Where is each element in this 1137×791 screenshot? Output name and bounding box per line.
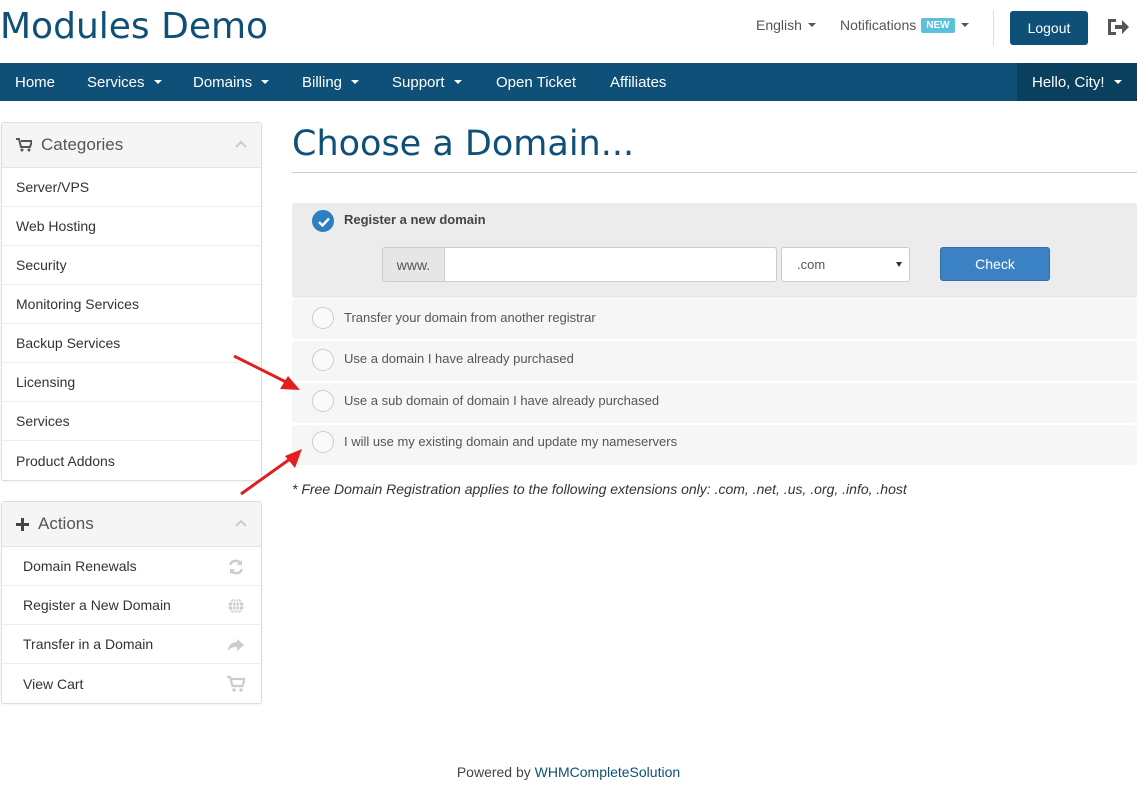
nav-support[interactable]: Support xyxy=(392,63,462,101)
chevron-down-icon xyxy=(261,80,270,84)
action-label: Domain Renewals xyxy=(23,558,137,574)
chevron-down-icon xyxy=(960,23,969,27)
www-prefix: www. xyxy=(382,247,444,282)
header-divider xyxy=(993,10,994,46)
category-label: Security xyxy=(16,257,67,273)
actions-title: Actions xyxy=(38,514,94,533)
page-title: Choose a Domain... xyxy=(292,124,635,164)
chevron-down-icon xyxy=(807,23,816,27)
check-button[interactable]: Check xyxy=(940,247,1050,281)
category-services[interactable]: Services xyxy=(2,402,261,441)
nav-services[interactable]: Services xyxy=(87,63,162,101)
categories-panel: Categories Server/VPS Web Hosting Securi… xyxy=(1,122,262,481)
category-server-vps[interactable]: Server/VPS xyxy=(2,168,261,207)
language-dropdown[interactable]: English xyxy=(756,17,816,33)
powered-by-text: Powered by xyxy=(456,764,531,780)
category-web-hosting[interactable]: Web Hosting xyxy=(2,207,261,246)
radio-unchecked[interactable] xyxy=(312,349,334,371)
footer: Powered by WHMCompleteSolution xyxy=(0,764,1137,780)
notifications-dropdown[interactable]: Notifications NEW xyxy=(840,17,969,33)
nav-affiliates[interactable]: Affiliates xyxy=(610,63,666,101)
nav-label: Home xyxy=(15,73,56,91)
option-label: Register a new domain xyxy=(344,212,486,227)
category-backup-services[interactable]: Backup Services xyxy=(2,324,261,363)
actions-panel: Actions Domain Renewals Register a New D… xyxy=(1,501,262,704)
chevron-up-icon[interactable] xyxy=(235,519,247,527)
domain-name-input[interactable] xyxy=(444,247,777,282)
option-subdomain[interactable]: Use a sub domain of domain I have alread… xyxy=(292,383,1137,423)
action-register-new-domain[interactable]: Register a New Domain xyxy=(2,586,261,625)
chevron-up-icon[interactable] xyxy=(235,140,247,148)
category-label: Web Hosting xyxy=(16,218,96,234)
radio-unchecked[interactable] xyxy=(312,390,334,412)
nav-domains[interactable]: Domains xyxy=(193,63,270,101)
category-security[interactable]: Security xyxy=(2,246,261,285)
category-monitoring-services[interactable]: Monitoring Services xyxy=(2,285,261,324)
nav-billing[interactable]: Billing xyxy=(302,63,360,101)
title-divider xyxy=(292,172,1137,173)
footer-link[interactable]: WHMCompleteSolution xyxy=(535,764,681,780)
action-label: Transfer in a Domain xyxy=(23,636,154,652)
dropdown-arrow-icon xyxy=(896,262,902,267)
category-label: Backup Services xyxy=(16,335,121,351)
user-greeting: Hello, City! xyxy=(1032,73,1105,91)
checkmark-icon xyxy=(318,217,330,228)
category-product-addons[interactable]: Product Addons xyxy=(2,441,261,480)
option-label: Use a domain I have already purchased xyxy=(344,351,574,366)
cart-icon xyxy=(227,675,245,692)
category-label: Monitoring Services xyxy=(16,296,139,312)
nav-label: Affiliates xyxy=(610,73,667,91)
category-label: Licensing xyxy=(16,374,76,390)
categories-title: Categories xyxy=(41,135,124,154)
nav-label: Services xyxy=(87,73,145,91)
nav-label: Support xyxy=(392,73,445,91)
chevron-down-icon xyxy=(351,80,360,84)
nav-label: Billing xyxy=(302,73,343,91)
tld-selected-value: .com xyxy=(797,257,826,272)
radio-checked[interactable] xyxy=(312,210,334,232)
user-menu[interactable]: Hello, City! xyxy=(1017,63,1137,101)
logout-button[interactable]: Logout xyxy=(1010,11,1088,45)
category-licensing[interactable]: Licensing xyxy=(2,363,261,402)
category-label: Product Addons xyxy=(16,452,115,469)
action-domain-renewals[interactable]: Domain Renewals xyxy=(2,547,261,586)
share-icon xyxy=(228,639,244,651)
cart-icon xyxy=(16,138,32,152)
refresh-icon xyxy=(228,559,244,575)
action-label: View Cart xyxy=(23,675,84,692)
option-label: I will use my existing domain and update… xyxy=(344,434,678,449)
option-label: Transfer your domain from another regist… xyxy=(344,310,596,325)
option-transfer-domain[interactable]: Transfer your domain from another regist… xyxy=(292,299,1137,339)
notifications-label: Notifications xyxy=(840,17,917,33)
chevron-down-icon xyxy=(453,80,462,84)
chevron-down-icon xyxy=(153,80,162,84)
language-label: English xyxy=(756,17,802,33)
new-badge: NEW xyxy=(921,17,955,33)
chevron-down-icon xyxy=(1113,80,1122,84)
free-domain-note: * Free Domain Registration applies to th… xyxy=(292,481,907,497)
plus-icon xyxy=(16,517,29,531)
nav-label: Domains xyxy=(193,73,253,91)
option-update-nameservers[interactable]: I will use my existing domain and update… xyxy=(292,425,1137,465)
nav-label: Open Ticket xyxy=(496,73,577,91)
sign-out-icon[interactable] xyxy=(1106,16,1130,38)
nav-home[interactable]: Home xyxy=(15,63,55,101)
nav-open-ticket[interactable]: Open Ticket xyxy=(496,63,576,101)
action-label: Register a New Domain xyxy=(23,597,171,613)
header: Modules Demo English Notifications NEW L… xyxy=(0,0,1137,63)
action-transfer-domain[interactable]: Transfer in a Domain xyxy=(2,625,261,664)
category-label: Server/VPS xyxy=(16,179,90,195)
radio-unchecked[interactable] xyxy=(312,307,334,329)
option-owned-domain[interactable]: Use a domain I have already purchased xyxy=(292,341,1137,381)
actions-heading[interactable]: Actions xyxy=(2,502,261,547)
categories-heading[interactable]: Categories xyxy=(2,123,261,168)
radio-unchecked[interactable] xyxy=(312,431,334,453)
option-label: Use a sub domain of domain I have alread… xyxy=(344,393,660,408)
site-logo[interactable]: Modules Demo xyxy=(0,6,268,47)
tld-select[interactable]: .com xyxy=(781,247,910,282)
globe-icon xyxy=(228,598,244,614)
action-view-cart[interactable]: View Cart xyxy=(2,664,261,703)
category-label: Services xyxy=(16,413,70,429)
main-navbar: Home Services Domains Billing Support Op… xyxy=(0,63,1137,101)
